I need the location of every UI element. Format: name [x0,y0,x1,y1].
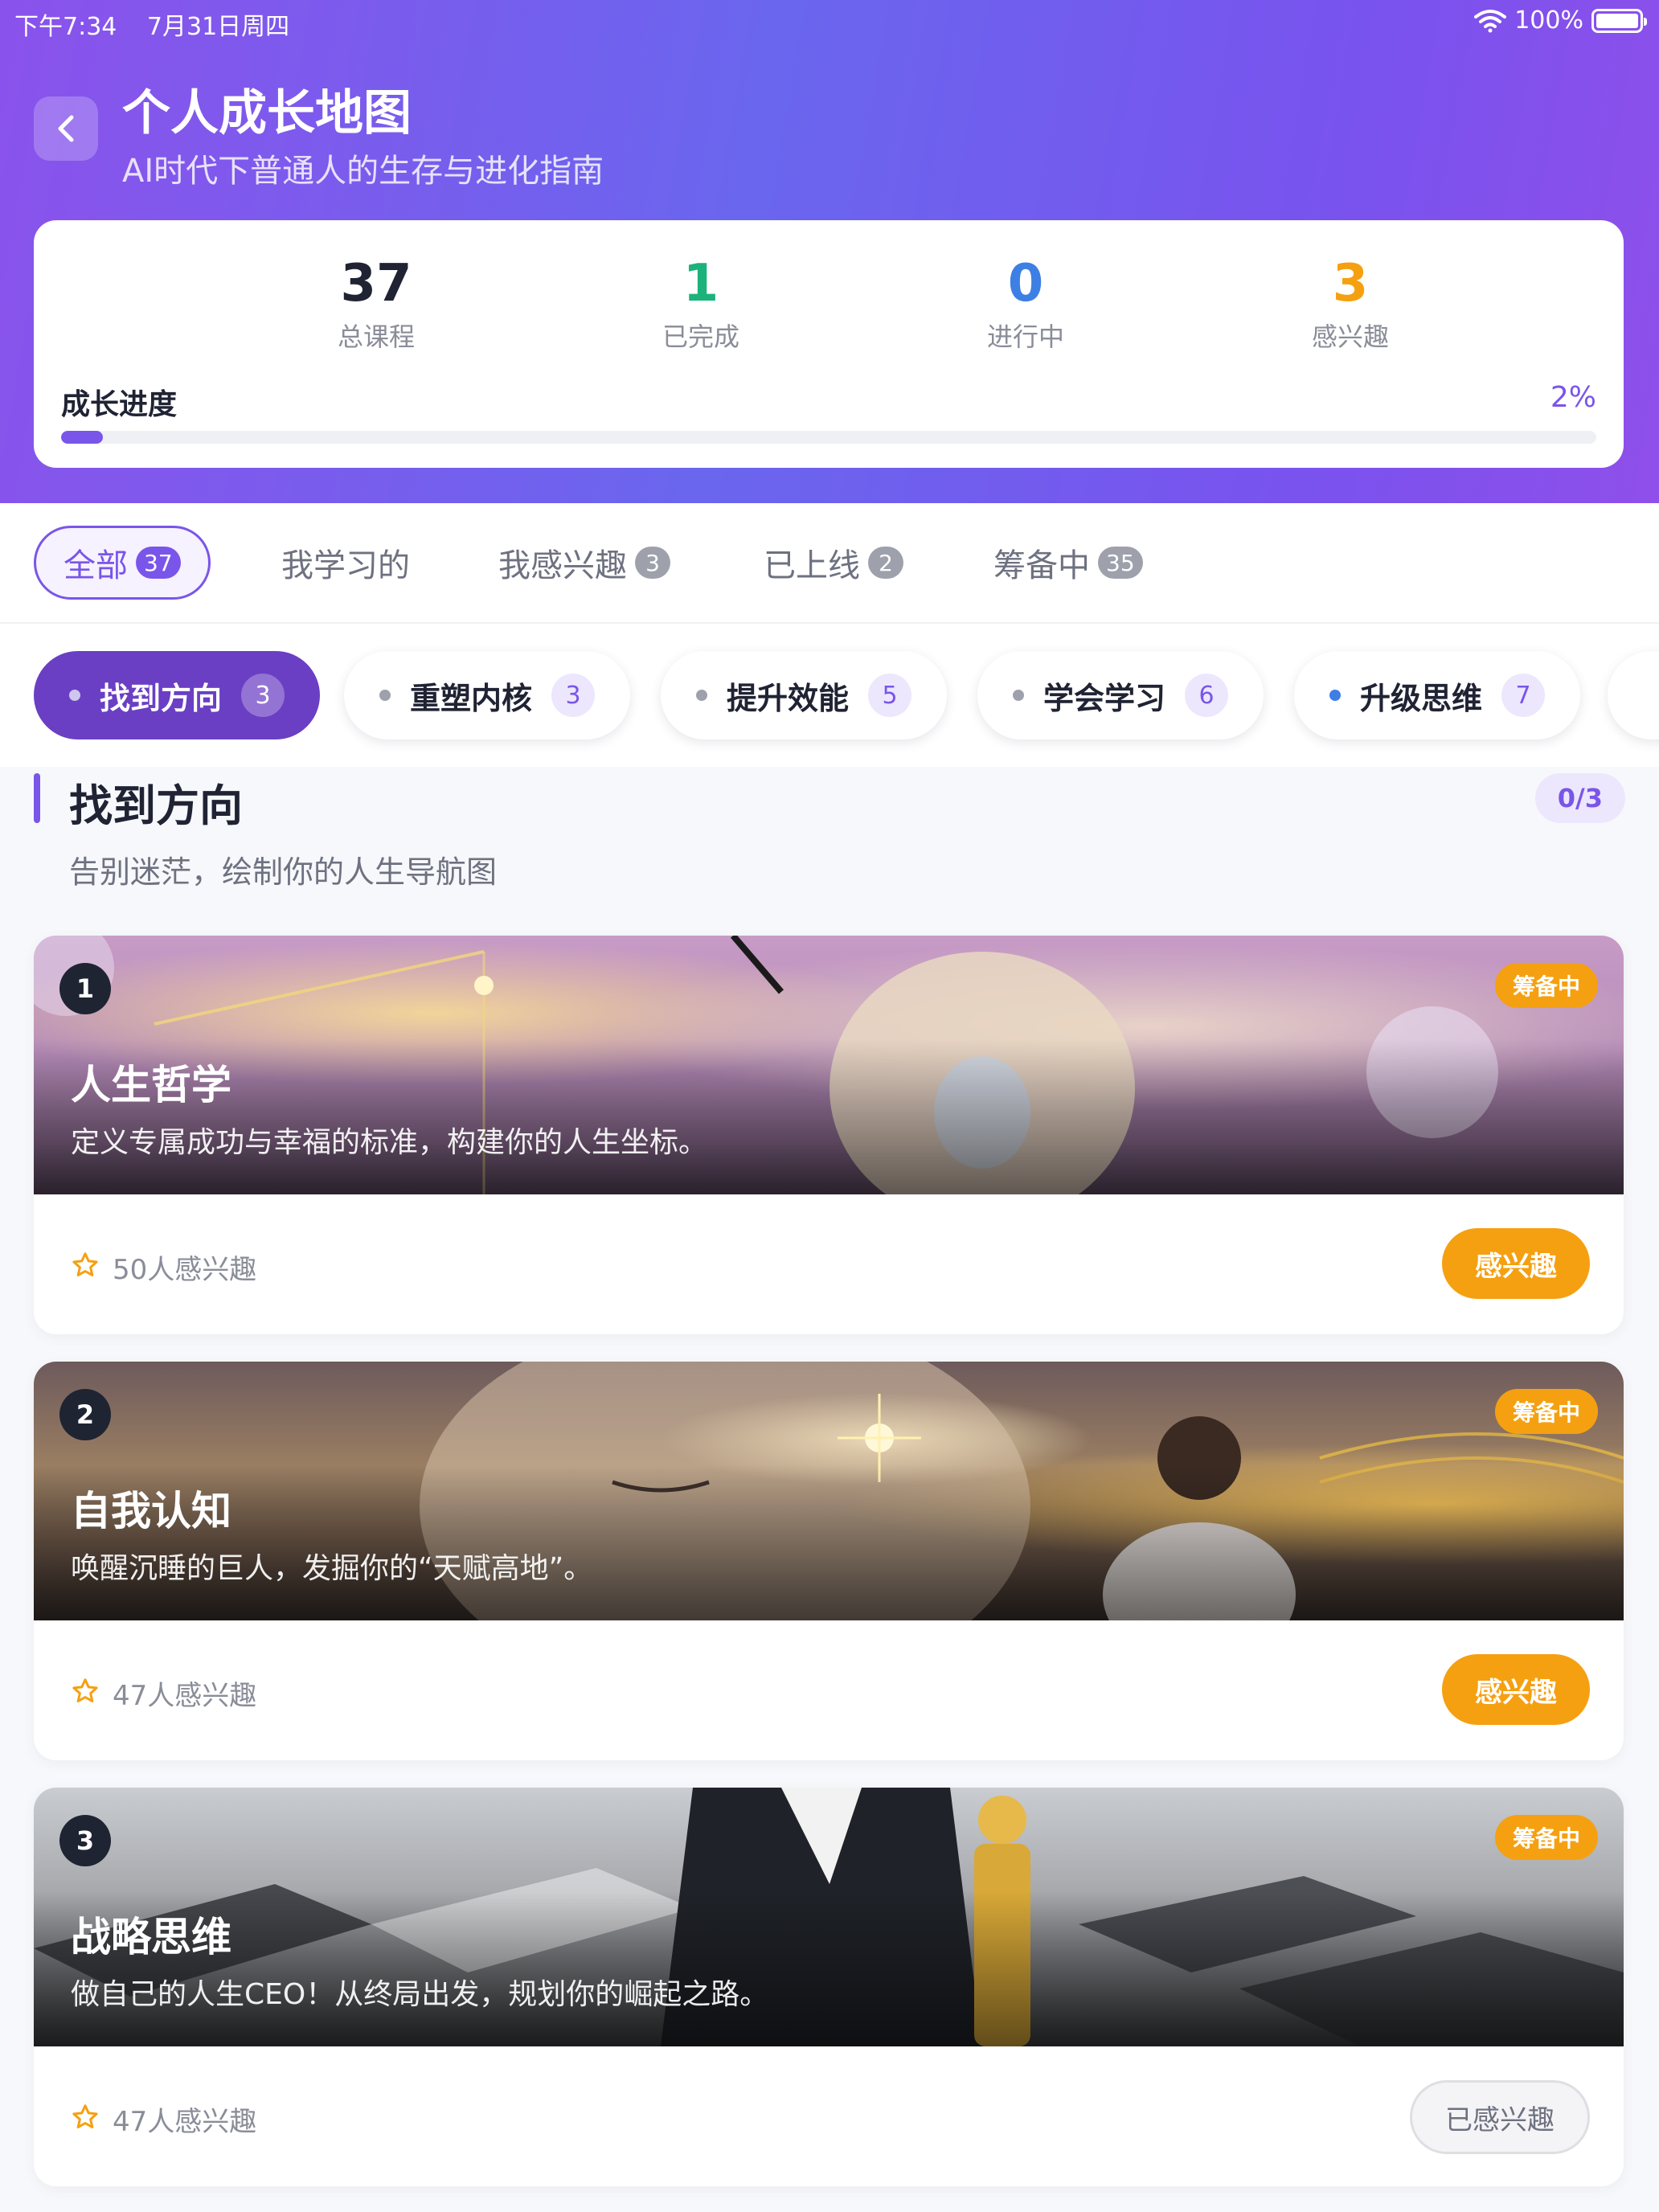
tab-label: 我学习的 [281,547,410,584]
course-number-badge: 2 [59,1389,111,1440]
tab-label: 筹备中 [993,547,1090,584]
star-icon [72,1678,98,1702]
tab-my-interests[interactable]: 我感兴趣 3 [498,526,670,600]
stat-value: 0 [1007,254,1044,313]
course-footer: 47人感兴趣 已感兴趣 [34,2046,1624,2186]
status-time: 下午7:34 [14,13,117,41]
status-tag: 筹备中 [1494,1815,1598,1860]
dot-icon [69,690,80,701]
course-description: 做自己的人生CEO！从终局出发，规划你的崛起之路。 [71,1978,769,2011]
tab-count-badge: 2 [868,547,903,579]
chevron-left-icon [58,115,74,142]
stat-value: 37 [340,254,412,313]
status-tag: 筹备中 [1494,1389,1598,1434]
tab-online[interactable]: 已上线 2 [764,526,903,600]
chip-learn-to-learn[interactable]: 学会学习 6 [977,651,1264,739]
chip-boost-efficiency[interactable]: 提升效能 5 [661,651,948,739]
tab-count-badge: 35 [1098,547,1143,579]
tab-label: 全部 [63,547,128,584]
course-number-badge: 1 [59,963,111,1014]
stat-interested: 3 感兴趣 [1230,256,1471,354]
course-description: 唤醒沉睡的巨人，发掘你的“天赋高地”。 [71,1552,593,1585]
stat-total: 37 总课程 [256,256,497,354]
tab-preparing[interactable]: 筹备中 35 [993,526,1143,600]
course-number-badge: 3 [59,1815,111,1866]
progress-percent: 2% [1550,381,1596,414]
course-card[interactable]: 2 筹备中 自我认知 唤醒沉睡的巨人，发掘你的“天赋高地”。 47人感兴趣 感兴… [34,1362,1624,1760]
status-date: 7月31日周四 [146,13,290,41]
filter-tabs: 全部 37 我学习的 我感兴趣 3 已上线 2 筹备中 35 [0,503,1659,624]
interest-button[interactable]: 感兴趣 [1442,1228,1590,1299]
stat-label: 感兴趣 [1311,322,1389,353]
status-tag: 筹备中 [1494,963,1598,1008]
stat-label: 进行中 [986,322,1064,353]
dot-icon [1013,690,1024,701]
tab-count-badge: 3 [635,547,670,579]
star-icon [72,2104,98,2128]
section-title: 找到方向 [69,780,243,831]
stat-value: 1 [682,254,719,313]
chip-label: 学会学习 [1043,680,1166,716]
tab-label: 已上线 [764,547,860,584]
chip-reshape-core[interactable]: 重塑内核 3 [344,651,631,739]
chip-find-direction[interactable]: 找到方向 3 [34,651,321,739]
chip-count: 3 [241,674,285,717]
cover-shade [34,1038,1624,1194]
stat-completed: 1 已完成 [580,256,821,354]
chip-upgrade-thinking[interactable]: 升级思维 7 [1294,651,1581,739]
tab-my-learning[interactable]: 我学习的 [281,526,410,600]
interest-button[interactable]: 感兴趣 [1442,1654,1590,1725]
progress-bar [61,431,1596,444]
stat-value: 3 [1332,254,1369,313]
section-description: 告别迷茫，绘制你的人生导航图 [69,854,498,890]
course-title: 人生哲学 [71,1062,231,1108]
section-accent-bar [34,773,40,823]
stat-in-progress: 0 进行中 [905,256,1146,354]
battery-icon [1591,8,1647,33]
status-bar: 下午7:34 7月31日周四 100% [0,0,1659,42]
tab-label: 我感兴趣 [498,547,627,584]
tab-count-badge: 37 [136,547,181,579]
chip-count: 5 [868,674,912,717]
interest-count: 47人感兴趣 [113,2106,257,2138]
chip-label: 提升效能 [727,680,850,716]
interest-count: 47人感兴趣 [113,1680,257,1712]
tab-all[interactable]: 全部 37 [34,526,211,600]
dot-icon [379,690,391,701]
course-description: 定义专属成功与幸福的标准，构建你的人生坐标。 [71,1126,708,1159]
chip-label: 升级思维 [1360,680,1483,716]
dot-icon [1329,690,1341,701]
course-title: 自我认知 [71,1488,231,1534]
course-title: 战略思维 [71,1914,231,1960]
page-title: 个人成长地图 [122,85,412,141]
stat-label: 已完成 [662,322,739,353]
dot-icon [696,690,707,701]
progress-label: 成长进度 [61,388,178,421]
progress-fill [61,431,103,444]
interest-count: 50人感兴趣 [113,1254,257,1286]
page-subtitle: AI时代下普通人的生存与进化指南 [122,153,604,190]
section-progress-badge: 0/3 [1534,773,1625,823]
chip-count: 7 [1501,674,1546,717]
header-banner: 下午7:34 7月31日周四 100% 个人成长地图 AI时代下普通人的生存与进… [0,0,1659,503]
stats-card: 37 总课程 1 已完成 0 进行中 3 感兴趣 成长进度 2% [34,220,1624,468]
star-icon [72,1252,98,1276]
cover-shade [34,1890,1624,2046]
course-footer: 50人感兴趣 感兴趣 [34,1194,1624,1334]
cover-shade [34,1464,1624,1620]
chip-count: 3 [551,674,596,717]
course-footer: 47人感兴趣 感兴趣 [34,1620,1624,1760]
wifi-icon [1474,9,1507,32]
stat-label: 总课程 [337,322,415,353]
back-button[interactable] [34,96,98,161]
course-card[interactable]: 1 筹备中 人生哲学 定义专属成功与幸福的标准，构建你的人生坐标。 50人感兴趣… [34,936,1624,1334]
chip-count: 6 [1185,674,1229,717]
interested-button[interactable]: 已感兴趣 [1410,2080,1590,2154]
category-chips: 找到方向 3 重塑内核 3 提升效能 5 学会学习 6 升级思维 7 [0,624,1659,767]
chip-next-partial[interactable] [1608,651,1659,739]
battery-percent: 100% [1514,6,1583,35]
chip-label: 重塑内核 [410,680,533,716]
course-card[interactable]: 3 筹备中 战略思维 做自己的人生CEO！从终局出发，规划你的崛起之路。 47人… [34,1788,1624,2186]
chip-label: 找到方向 [100,680,223,716]
